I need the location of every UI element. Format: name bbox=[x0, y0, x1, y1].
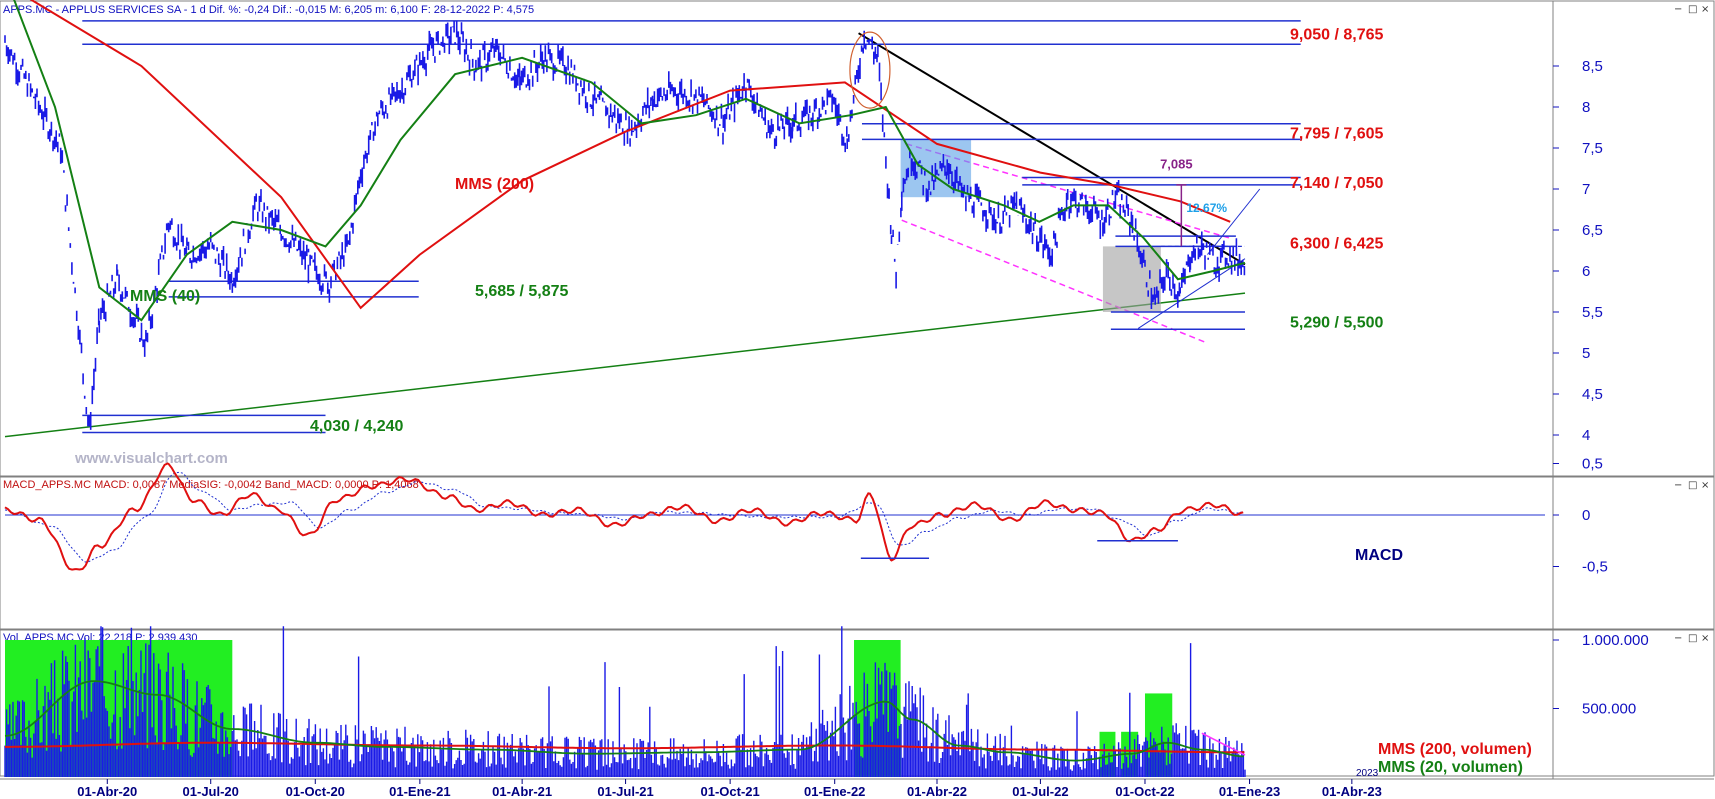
macd-window-buttons: − □ × bbox=[1674, 480, 1709, 491]
price-axis-label: 4,5 bbox=[1582, 386, 1603, 403]
peak-value-label: 7,085 bbox=[1160, 157, 1193, 172]
price-axis-label: 8 bbox=[1582, 99, 1590, 116]
macd-label: MACD bbox=[1355, 547, 1403, 564]
stock-chart: APPS.MC - APPLUS SERVICES SA - 1 d Dif. … bbox=[0, 0, 1715, 799]
date-axis-label: 01-Ene-23 bbox=[1219, 784, 1280, 799]
minimize-icon[interactable]: − bbox=[1674, 633, 1682, 644]
price-axis-label: 6,5 bbox=[1582, 222, 1603, 239]
price-axis-label: 7 bbox=[1582, 181, 1590, 198]
volume-axis-label: 500.000 bbox=[1582, 701, 1636, 718]
date-axis-label: 01-Oct-22 bbox=[1115, 784, 1174, 799]
macd-axis-label: 0 bbox=[1582, 507, 1590, 524]
mms40-label: MMS (40) bbox=[130, 288, 200, 305]
date-axis-label: 01-Ene-22 bbox=[804, 784, 865, 799]
volume-window-buttons: − □ × bbox=[1674, 633, 1709, 644]
close-icon[interactable]: × bbox=[1701, 4, 1709, 15]
date-axis-label: 01-Abr-21 bbox=[492, 784, 552, 799]
mms200-label: MMS (200) bbox=[455, 176, 534, 193]
price-axis-label: 5 bbox=[1582, 345, 1590, 362]
price-window-buttons: − □ × bbox=[1674, 4, 1709, 15]
date-axis-label: 01-Ene-21 bbox=[389, 784, 450, 799]
date-axis-label: 01-Jul-22 bbox=[1012, 784, 1068, 799]
macd-panel[interactable] bbox=[0, 476, 1715, 630]
date-axis-label: 01-Oct-21 bbox=[701, 784, 760, 799]
macd-header: MACD_APPS.MC MACD: 0,0087 MediaSIG: -0,0… bbox=[3, 479, 419, 491]
volume-mms20-label: MMS (20, volumen) bbox=[1378, 759, 1523, 776]
maximize-icon[interactable]: □ bbox=[1688, 4, 1697, 15]
date-axis-label: 01-Jul-20 bbox=[183, 784, 239, 799]
volume-mms200-label: MMS (200, volumen) bbox=[1378, 741, 1532, 758]
close-icon[interactable]: × bbox=[1701, 480, 1709, 491]
date-axis-label: 01-Jul-21 bbox=[597, 784, 653, 799]
level-label: 7,140 / 7,050 bbox=[1290, 175, 1384, 192]
minimize-icon[interactable]: − bbox=[1674, 4, 1682, 15]
macd-axis-label: 0,5 bbox=[1582, 456, 1603, 473]
price-axis-label: 5,5 bbox=[1582, 304, 1603, 321]
close-icon[interactable]: × bbox=[1701, 633, 1709, 644]
minimize-icon[interactable]: − bbox=[1674, 480, 1682, 491]
level-label: 4,030 / 4,240 bbox=[310, 418, 404, 435]
maximize-icon[interactable]: □ bbox=[1688, 633, 1697, 644]
volume-axis-label: 1.000.000 bbox=[1582, 632, 1649, 649]
watermark: www.visualchart.com bbox=[74, 450, 228, 467]
date-axis-short-label: 2023 bbox=[1356, 768, 1379, 779]
level-label: 9,050 / 8,765 bbox=[1290, 27, 1384, 44]
level-label: 7,795 / 7,605 bbox=[1290, 126, 1384, 143]
date-axis-label: 01-Abr-20 bbox=[77, 784, 137, 799]
maximize-icon[interactable]: □ bbox=[1688, 480, 1697, 491]
level-label: 6,300 / 6,425 bbox=[1290, 235, 1384, 252]
price-axis-label: 7,5 bbox=[1582, 140, 1603, 157]
macd-axis-label: -0,5 bbox=[1582, 559, 1608, 576]
date-axis-label: 01-Abr-23 bbox=[1322, 784, 1382, 799]
price-axis-label: 8,5 bbox=[1582, 58, 1603, 75]
date-axis-label: 01-Oct-20 bbox=[286, 784, 345, 799]
price-axis-label: 4 bbox=[1582, 427, 1590, 444]
price-axis-label: 6 bbox=[1582, 263, 1590, 280]
level-label: 5,685 / 5,875 bbox=[475, 283, 569, 300]
percent-label: 12.67% bbox=[1186, 201, 1227, 215]
date-axis-label: 01-Abr-22 bbox=[907, 784, 967, 799]
price-header: APPS.MC - APPLUS SERVICES SA - 1 d Dif. … bbox=[3, 4, 534, 16]
level-label: 5,290 / 5,500 bbox=[1290, 315, 1384, 332]
